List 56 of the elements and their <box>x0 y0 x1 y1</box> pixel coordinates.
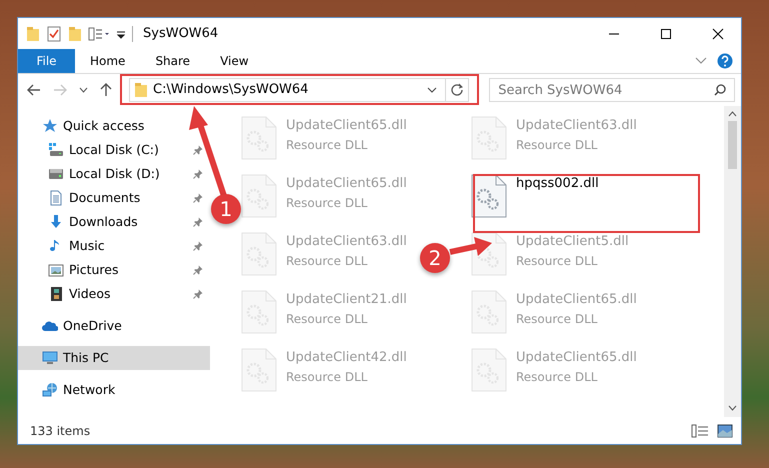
document-icon <box>48 190 64 206</box>
down-arrow-icon <box>48 214 64 230</box>
sidebar-item[interactable]: Local Disk (D:) <box>18 162 210 186</box>
dll-file-icon <box>241 116 277 160</box>
sidebar-item[interactable]: Pictures <box>18 258 210 282</box>
file-item[interactable]: hpqss002.dll <box>471 172 599 218</box>
ribbon-tab[interactable]: Home <box>75 49 140 73</box>
properties-check-icon[interactable] <box>46 26 62 42</box>
dll-file-icon <box>471 290 507 334</box>
scrollbar-thumb[interactable] <box>728 121 737 169</box>
sidebar-item[interactable]: Local Disk (C:) <box>18 138 210 162</box>
sidebar-item[interactable]: Downloads <box>18 210 210 234</box>
search-icon <box>714 84 726 96</box>
drive-icon <box>48 142 64 158</box>
address-path: C:\Windows\SysWOW64 <box>152 81 308 100</box>
dll-file-icon <box>471 116 507 160</box>
refresh-icon[interactable] <box>450 83 464 97</box>
dll-file-icon <box>241 290 277 334</box>
dll-file-icon <box>241 174 277 218</box>
pointer-arrow <box>449 237 492 256</box>
details-view-icon[interactable] <box>691 424 709 438</box>
drive-icon <box>48 166 64 182</box>
picture-icon <box>48 262 64 278</box>
sidebar-item[interactable]: Quick access <box>18 114 210 138</box>
film-icon <box>48 286 64 302</box>
close-icon[interactable] <box>712 28 724 40</box>
dll-file-icon <box>241 232 277 276</box>
monitor-icon <box>42 350 58 366</box>
large-icons-view-icon[interactable] <box>717 424 733 438</box>
sidebar-item[interactable]: This PC <box>18 346 210 370</box>
search-field[interactable]: Search SysWOW64 <box>489 78 735 102</box>
star-icon <box>42 118 58 134</box>
sidebar-item[interactable]: Documents <box>18 186 210 210</box>
sidebar-item[interactable]: Videos <box>18 282 210 306</box>
ribbon-tab[interactable]: View <box>205 49 264 73</box>
dll-file-icon <box>471 174 507 218</box>
ribbon-tab[interactable]: Share <box>140 49 206 73</box>
address-bar[interactable]: C:\Windows\SysWOW64 <box>129 78 470 102</box>
sidebar-item[interactable]: OneDrive <box>18 314 210 338</box>
details-dropdown-icon[interactable] <box>88 26 110 42</box>
ribbon-tab[interactable]: File <box>18 49 75 73</box>
window-title: SysWOW64 <box>143 24 218 43</box>
scroll-down-icon[interactable] <box>728 405 737 411</box>
expand-ribbon-icon[interactable] <box>695 57 707 65</box>
vertical-scrollbar[interactable] <box>724 106 741 417</box>
sidebar-item[interactable]: Network <box>18 378 210 402</box>
scroll-up-icon[interactable] <box>728 111 737 117</box>
help-icon[interactable] <box>717 53 733 69</box>
sidebar-item[interactable]: Music <box>18 234 210 258</box>
maximize-icon[interactable] <box>660 28 672 40</box>
dll-file-icon <box>471 348 507 392</box>
network-icon <box>42 382 58 398</box>
item-count: 133 items <box>30 422 92 440</box>
dropdown-caret-icon[interactable] <box>427 87 438 93</box>
dll-file-icon <box>241 348 277 392</box>
folder-icon <box>134 82 148 98</box>
